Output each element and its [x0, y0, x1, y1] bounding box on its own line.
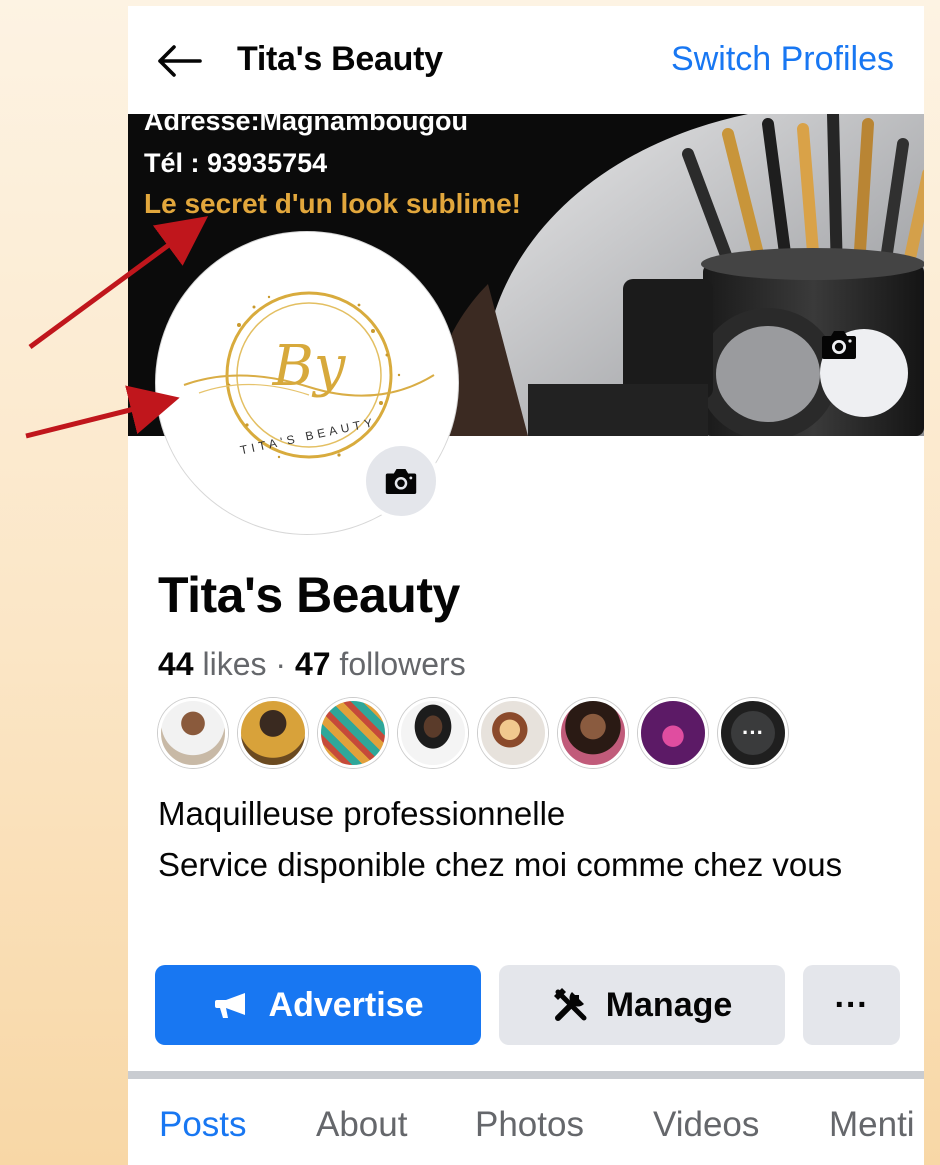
- manage-button[interactable]: Manage: [499, 965, 785, 1045]
- follower-avatar[interactable]: [238, 698, 308, 768]
- tools-icon: [553, 988, 587, 1021]
- likes-label: likes: [202, 646, 267, 682]
- followers-count: 47: [294, 646, 331, 682]
- bio-line-2: Service disponible chez moi comme chez v…: [158, 846, 843, 883]
- follower-avatar[interactable]: [558, 698, 628, 768]
- page-bio: Maquilleuse professionnelle Service disp…: [158, 788, 898, 890]
- followers-label: followers: [339, 646, 466, 682]
- likes-count: 44: [158, 646, 194, 682]
- tab-posts[interactable]: Posts: [159, 1105, 247, 1145]
- follower-avatar[interactable]: [478, 698, 548, 768]
- stats-separator: ·: [275, 646, 287, 682]
- follower-avatars: ···: [158, 698, 798, 768]
- more-options-button[interactable]: ···: [803, 965, 900, 1045]
- header-title: Tita's Beauty: [237, 40, 443, 78]
- page-stats[interactable]: 44 likes · 47 followers: [158, 646, 466, 683]
- page-name: Tita's Beauty: [158, 567, 460, 623]
- camera-icon: [385, 468, 417, 494]
- cover-camera-button[interactable]: [820, 329, 908, 417]
- tab-about[interactable]: About: [316, 1105, 407, 1145]
- tab-photos[interactable]: Photos: [475, 1105, 584, 1145]
- more-options-icon: ···: [834, 985, 869, 1024]
- cover-tagline: Le secret d'un look sublime!: [144, 188, 521, 219]
- tab-mentions[interactable]: Menti: [829, 1105, 915, 1145]
- switch-profiles-link[interactable]: Switch Profiles: [671, 40, 894, 79]
- more-followers-icon: ···: [731, 711, 775, 755]
- manage-label: Manage: [605, 985, 733, 1024]
- cover-phone: Tél : 93935754: [144, 148, 328, 178]
- follower-avatar[interactable]: [398, 698, 468, 768]
- bio-line-1: Maquilleuse professionnelle: [158, 795, 566, 832]
- follower-avatar[interactable]: [638, 698, 708, 768]
- logo-by-text: By: [272, 334, 347, 399]
- tab-videos[interactable]: Videos: [653, 1105, 759, 1145]
- phone-screen: Tita's Beauty Switch Profiles Adresse:Ma…: [128, 6, 924, 1165]
- megaphone-icon: [214, 993, 245, 1018]
- follower-avatar[interactable]: [158, 698, 228, 768]
- top-bar: Tita's Beauty Switch Profiles: [128, 6, 924, 114]
- cover-address: Adresse:Magnambougou: [144, 114, 469, 136]
- section-divider: [128, 1071, 924, 1079]
- advertise-label: Advertise: [268, 985, 424, 1024]
- back-arrow-icon[interactable]: [156, 44, 202, 78]
- camera-icon: [822, 331, 856, 359]
- advertise-button[interactable]: Advertise: [155, 965, 481, 1045]
- profile-camera-button[interactable]: [362, 442, 440, 520]
- profile-tabs: Posts About Photos Videos Menti: [128, 1079, 924, 1165]
- more-followers-button[interactable]: ···: [718, 698, 788, 768]
- follower-avatar[interactable]: [318, 698, 388, 768]
